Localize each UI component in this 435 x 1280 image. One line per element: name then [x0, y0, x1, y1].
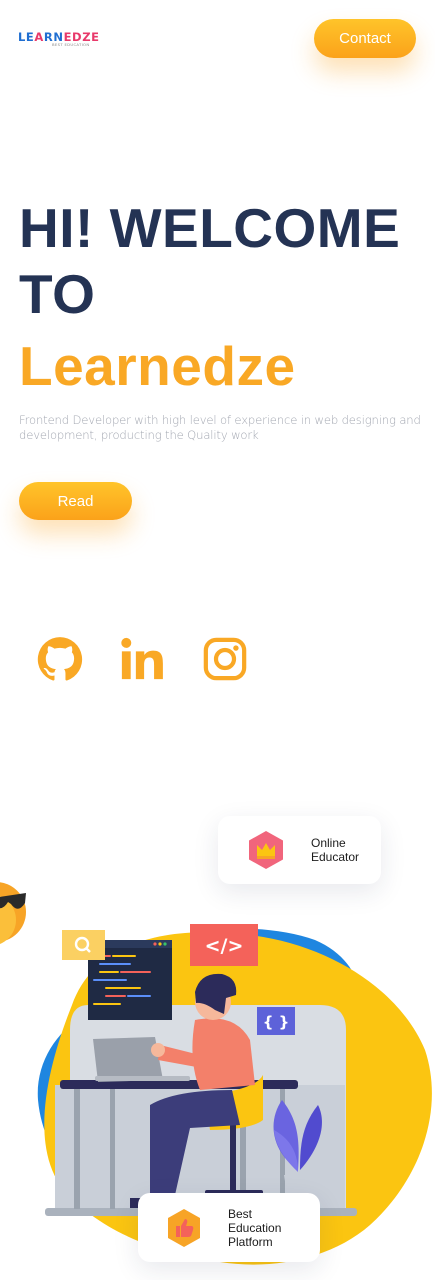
headline-line-1: HI! WELCOME [19, 197, 401, 259]
logo[interactable]: LEARNEDZE BEST EDUCATION [18, 30, 102, 50]
best-platform-card: Best Education Platform [138, 1193, 320, 1262]
read-button[interactable]: Read [19, 482, 132, 520]
instagram-icon[interactable] [202, 636, 248, 682]
best-platform-label: Best Education Platform [228, 1207, 282, 1249]
instagram-icon-graphic [203, 637, 247, 681]
svg-text:{ }: { } [263, 1013, 290, 1031]
headline-line-2: TO [19, 263, 96, 325]
svg-text:</>: </> [205, 935, 244, 957]
linkedin-icon-graphic [121, 637, 163, 680]
sunglasses-emoji-icon [0, 882, 26, 944]
thumbs-up-badge-icon [168, 1209, 200, 1247]
crown-icon [249, 831, 283, 869]
brand-name: Learnedze [19, 335, 296, 397]
linkedin-icon[interactable] [119, 636, 165, 682]
online-educator-label: Online Educator [311, 836, 360, 864]
github-icon-graphic [37, 637, 83, 681]
logo-tagline: BEST EDUCATION [52, 42, 90, 47]
github-icon[interactable] [37, 636, 83, 682]
online-educator-card: Online Educator [218, 816, 381, 884]
contact-button[interactable]: Contact [314, 19, 416, 58]
hero-description: Frontend Developer with high level of ex… [19, 413, 421, 442]
